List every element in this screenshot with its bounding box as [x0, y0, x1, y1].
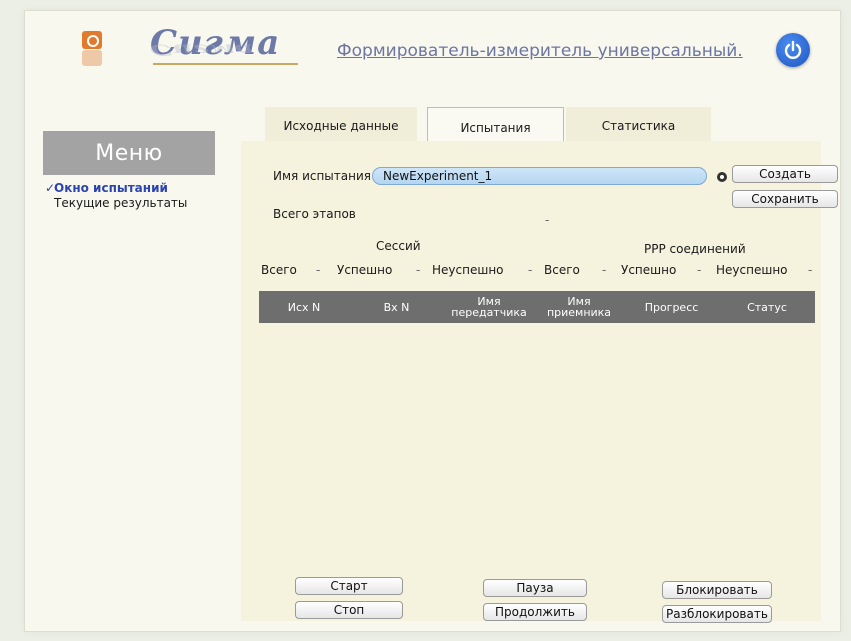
create-button[interactable]: Создать	[732, 165, 838, 183]
continue-button[interactable]: Продолжить	[483, 603, 587, 621]
unblock-button[interactable]: Разблокировать	[662, 605, 772, 623]
sidebar: Меню ✓Окно испытаний Текущие результаты	[43, 131, 217, 611]
sessions-total-label: Всего	[261, 263, 297, 277]
logo-reflection: Сигма	[150, 40, 254, 59]
experiment-name-label: Имя испытания	[273, 169, 371, 183]
ppp-total-label: Всего	[544, 263, 580, 277]
ppp-fail-value: -	[808, 263, 813, 277]
ppp-title: PPP соединений	[644, 242, 746, 256]
header: Сигма Сигма Формирователь-измеритель уни…	[25, 11, 840, 99]
sessions-success-value: -	[416, 263, 421, 277]
power-button[interactable]	[776, 33, 810, 67]
column-header-receiver[interactable]: Имя приемника	[534, 291, 624, 323]
column-header-transmitter[interactable]: Имя передатчика	[444, 291, 534, 323]
ppp-fail-label: Неуспешно	[716, 263, 788, 277]
column-header-status[interactable]: Статус	[719, 291, 815, 323]
ppp-total-value: -	[602, 263, 607, 277]
menu-header: Меню	[43, 131, 215, 175]
sidebar-item-test-window[interactable]: ✓Окно испытаний	[43, 181, 217, 196]
tab-statistics[interactable]: Статистика	[566, 107, 711, 145]
sessions-fail-label: Неуспешно	[432, 263, 504, 277]
sidebar-item-current-results[interactable]: Текущие результаты	[43, 196, 217, 211]
total-stages-label: Всего этапов	[273, 207, 356, 221]
tab-source-data[interactable]: Исходные данные	[265, 107, 417, 145]
tab-label: Испытания	[460, 120, 531, 135]
logo-icon-reflection	[82, 50, 102, 66]
logo-underline	[153, 63, 298, 65]
block-button[interactable]: Блокировать	[662, 581, 772, 599]
sessions-total-value: -	[316, 263, 321, 277]
save-button[interactable]: Сохранить	[732, 190, 838, 208]
ppp-success-label: Успешно	[621, 263, 677, 277]
sessions-title: Сессий	[376, 239, 421, 253]
check-icon: ✓	[45, 181, 56, 195]
sessions-success-label: Успешно	[337, 263, 393, 277]
app-window: Сигма Сигма Формирователь-измеритель уни…	[24, 10, 841, 632]
ppp-success-value: -	[697, 263, 702, 277]
column-header-progress[interactable]: Прогресс	[624, 291, 719, 323]
sessions-fail-value: -	[528, 263, 533, 277]
logo-icon	[82, 31, 102, 49]
app-title: Формирователь-измеритель универсальный.	[337, 41, 743, 61]
experiment-name-input[interactable]	[372, 167, 707, 185]
stop-button[interactable]: Стоп	[295, 601, 403, 619]
tab-label: Исходные данные	[283, 119, 399, 133]
power-icon	[784, 40, 802, 59]
pause-button[interactable]: Пауза	[483, 579, 587, 597]
sidebar-item-label: Окно испытаний	[54, 181, 168, 195]
sidebar-item-label: Текущие результаты	[54, 196, 188, 210]
column-header-out-n[interactable]: Исх N	[259, 291, 349, 323]
start-button[interactable]: Старт	[295, 577, 403, 595]
total-stages-value: -	[545, 213, 550, 227]
options-dot-icon[interactable]	[717, 172, 727, 182]
column-header-in-n[interactable]: Вх N	[349, 291, 444, 323]
tab-label: Статистика	[601, 119, 676, 133]
table-header: Исх N Вх N Имя передатчика Имя приемника…	[259, 291, 815, 323]
main-panel: Имя испытания Создать Сохранить Всего эт…	[241, 141, 838, 623]
